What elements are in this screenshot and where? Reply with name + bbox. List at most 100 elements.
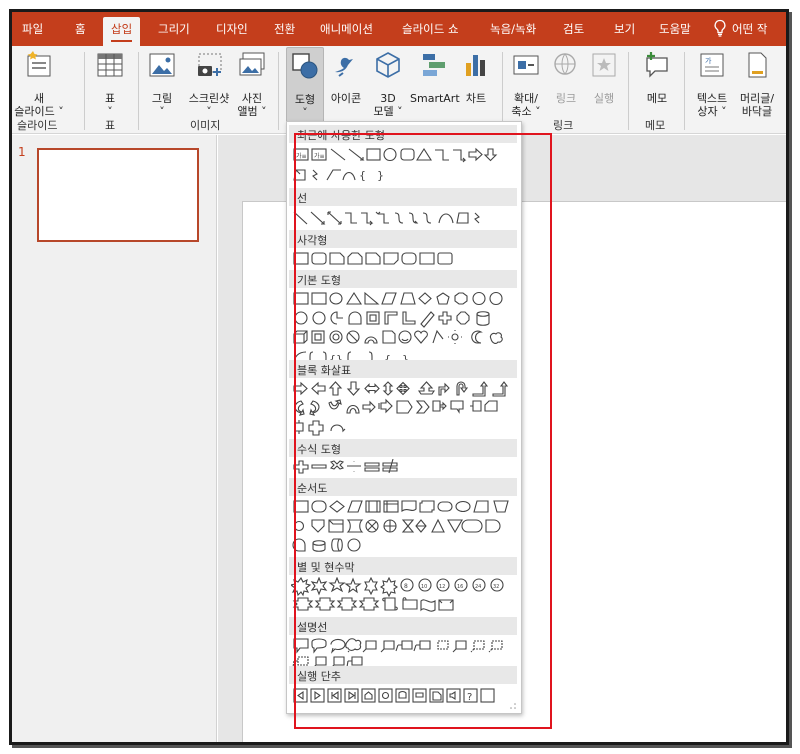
svg-text:가: 가 xyxy=(705,56,712,65)
zoom-label-2: 축소 ˅ xyxy=(511,105,541,118)
action-buttons-row[interactable]: ? xyxy=(291,687,519,705)
new-slide-button[interactable]: 새 슬라이드 ˅ xyxy=(14,50,64,118)
photo-album-icon xyxy=(239,52,265,76)
svg-text:{: { xyxy=(359,169,366,182)
category-rectangles: 사각형 xyxy=(289,230,517,248)
tab-view[interactable]: 보기 xyxy=(614,21,635,37)
category-action-buttons: 실행 단추 xyxy=(289,666,517,684)
group-separator xyxy=(278,52,279,130)
icons-button[interactable]: 아이콘 xyxy=(326,50,366,105)
group-separator xyxy=(684,52,685,130)
icons-label: 아이콘 xyxy=(330,92,362,105)
category-stars-banners: 별 및 현수막 xyxy=(289,557,517,575)
textbox-icon: 가 xyxy=(700,53,724,77)
group-separator xyxy=(628,52,629,130)
block-arrows-grid[interactable] xyxy=(291,381,519,437)
tab-record[interactable]: 녹음/녹화 xyxy=(490,21,536,37)
group-separator xyxy=(84,52,85,130)
basic-shapes-grid[interactable]: {} { } xyxy=(291,291,519,369)
picture-button[interactable]: 그림 ˅ xyxy=(144,50,180,118)
tab-help[interactable]: 도움말 xyxy=(659,21,691,37)
3d-models-label: 3D xyxy=(380,92,396,105)
comment-button[interactable]: 메모 xyxy=(638,50,676,105)
picture-icon xyxy=(149,53,175,77)
chart-label: 차트 xyxy=(465,92,487,105)
tab-transitions[interactable]: 전환 xyxy=(274,21,295,37)
header-footer-label: 머리글/ xyxy=(739,92,775,105)
photo-album-button[interactable]: 사진 앨범 ˅ xyxy=(230,50,274,118)
chart-button[interactable]: 차트 xyxy=(458,50,494,105)
rectangles-row[interactable] xyxy=(291,251,519,267)
star-action-icon xyxy=(592,53,616,77)
svg-text:12: 12 xyxy=(439,584,445,590)
resize-grip-icon[interactable] xyxy=(509,702,517,710)
category-lines: 선 xyxy=(289,188,517,206)
category-callouts: 설명선 xyxy=(289,617,517,635)
tab-insert[interactable]: 삽입 xyxy=(103,17,141,46)
table-button[interactable]: 표 ˅ xyxy=(92,50,128,118)
tell-me-search[interactable]: 어떤 작 xyxy=(732,21,767,37)
header-footer-icon xyxy=(748,52,767,78)
textbox-button[interactable]: 가 텍스트 상자 ˅ xyxy=(690,50,734,118)
header-footer-button[interactable]: 머리글/ 바닥글 xyxy=(734,50,780,118)
new-slide-icon xyxy=(27,51,51,77)
category-block-arrows: 블록 화살표 xyxy=(289,360,517,378)
tab-file[interactable]: 파일 xyxy=(22,21,43,37)
cube-icon xyxy=(376,52,400,78)
action-button[interactable]: 실행 xyxy=(586,50,622,105)
textbox-label-2: 상자 ˅ xyxy=(697,105,727,118)
lightbulb-icon[interactable] xyxy=(713,19,727,37)
group-label-images: 이미지 xyxy=(190,119,221,132)
link-button[interactable]: 링크 xyxy=(548,50,584,105)
tab-slideshow[interactable]: 슬라이드 쇼 xyxy=(402,21,459,37)
group-separator xyxy=(138,52,139,130)
zoom-button[interactable]: 확대/ 축소 ˅ xyxy=(506,50,546,118)
powerpoint-window: 파일 홈 삽입 그리기 디자인 전환 애니메이션 슬라이드 쇼 녹음/녹화 검토… xyxy=(12,12,786,742)
comment-label: 메모 xyxy=(646,92,668,105)
photo-album-label: 사진 xyxy=(241,92,263,105)
group-label-slides: 슬라이드 xyxy=(17,119,58,132)
shapes-dropdown: ˅ xyxy=(302,106,308,119)
picture-label: 그림 xyxy=(151,92,173,105)
new-slide-label: 새 xyxy=(33,92,45,105)
smartart-button[interactable]: SmartArt xyxy=(410,50,460,105)
shapes-gallery: 최근에 사용한 도형 가≡ 가≡ { } 선 사각형 기본 도형 블록 화살표 … xyxy=(286,121,522,714)
category-equation-shapes: 수식 도형 xyxy=(289,439,517,457)
ribbon-tab-bar: 파일 홈 삽입 그리기 디자인 전환 애니메이션 슬라이드 쇼 녹음/녹화 검토… xyxy=(12,12,786,46)
screenshot-button[interactable]: 스크린샷 ˅ xyxy=(184,50,234,118)
category-flowchart: 순서도 xyxy=(289,478,517,496)
shapes-label: 도형 xyxy=(294,93,316,106)
group-label-links: 링크 xyxy=(553,119,574,132)
tab-home[interactable]: 홈 xyxy=(75,21,86,37)
link-label: 링크 xyxy=(555,92,577,105)
svg-text:16: 16 xyxy=(457,584,463,590)
svg-text:10: 10 xyxy=(421,584,427,590)
screenshot-icon xyxy=(198,53,222,76)
comment-icon xyxy=(646,52,668,78)
flowchart-grid[interactable] xyxy=(291,499,519,557)
svg-text:8: 8 xyxy=(404,583,408,590)
category-recent-shapes: 최근에 사용한 도형 xyxy=(289,125,517,143)
3d-models-button[interactable]: 3D 모델 ˅ xyxy=(368,50,408,118)
tab-animations[interactable]: 애니메이션 xyxy=(320,21,373,37)
tab-review[interactable]: 검토 xyxy=(563,21,584,37)
3d-models-label-2: 모델 ˅ xyxy=(373,105,403,118)
table-label: 표 xyxy=(104,92,116,105)
shapes-icon xyxy=(292,53,318,79)
group-separator xyxy=(502,52,503,130)
lines-row[interactable] xyxy=(291,209,519,227)
svg-text:}: } xyxy=(377,169,384,182)
stars-banners-grid[interactable]: 8 10 12 16 24 32 xyxy=(291,577,519,615)
svg-text:?: ? xyxy=(467,692,472,703)
equation-shapes-row[interactable] xyxy=(291,459,519,475)
globe-link-icon xyxy=(554,53,576,75)
tab-draw[interactable]: 그리기 xyxy=(158,21,190,37)
slide-thumbnail[interactable] xyxy=(37,148,199,242)
textbox-label: 텍스트 xyxy=(696,92,728,105)
slide-number: 1 xyxy=(18,145,26,159)
smartart-icon xyxy=(423,54,445,76)
tab-design[interactable]: 디자인 xyxy=(216,21,248,37)
callouts-grid[interactable] xyxy=(291,637,519,669)
table-icon xyxy=(97,53,123,77)
recent-shapes-row[interactable]: 가≡ 가≡ { } xyxy=(291,146,519,184)
